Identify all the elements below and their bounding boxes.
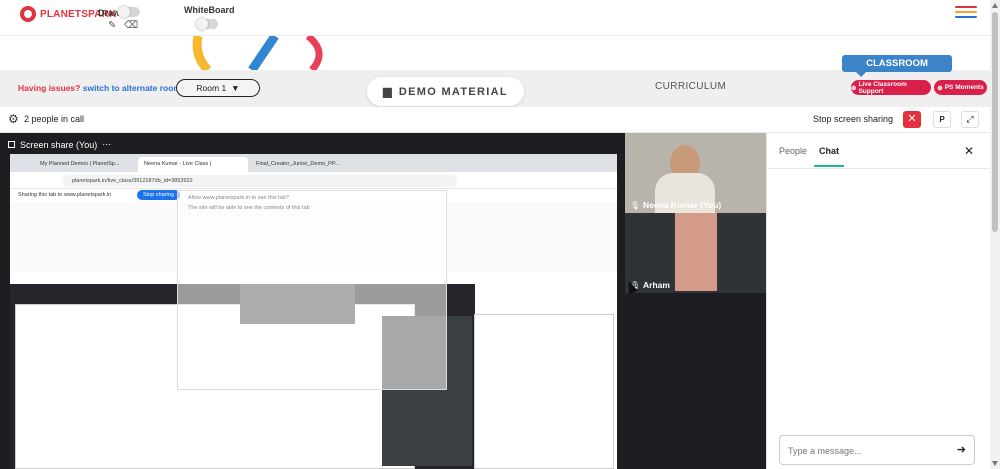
screen-share-label: Screen share (You) [20,139,98,150]
plus-icon: ⊕ [851,84,857,92]
stop-sharing-label: Stop screen sharing [813,114,894,124]
curriculum-tab[interactable]: CURRICULUM [655,81,726,92]
pencil-icon[interactable]: ✎ [108,20,116,31]
ps-moments-button[interactable]: ⊕ PS Moments [934,80,987,95]
folder-icon: ▆ [383,86,393,98]
ps-moments-label: PS Moments [944,84,984,91]
share-permission-dialog: Allow www.planetspark.in to see this tab… [177,190,447,390]
share-notice-text: Sharing this tab to www.planetspark.in [18,192,112,198]
inner-stop-sharing-button: Stop sharing [137,190,180,200]
caret-down-icon: ▼ [231,83,240,93]
tab-people[interactable]: People [779,146,807,156]
top-bar: PLANETSPARK Draw ✎ ⌫ WhiteBoard [0,0,990,36]
mic-icon: 🎙 [630,201,641,210]
empty-video-area [625,293,766,469]
browser-address-bar: planetspark.in/live_class/3912187db_id=3… [10,172,617,189]
shared-screen: My Planned Demos | PlanetSp... Neena Kum… [10,154,617,469]
live-support-button[interactable]: ⊕ Live Classroom Support [851,80,931,95]
logo-mark-icon [20,6,36,22]
demo-material-label: DEMO MATERIAL [398,85,508,98]
close-icon[interactable]: ✕ [964,144,974,158]
scroll-thumb[interactable] [992,12,998,232]
demo-material-button[interactable]: ▆ DEMO MATERIAL [367,77,524,106]
gear-icon[interactable]: ⚙ [8,112,19,126]
stop-sharing-button[interactable]: ✕ [903,111,921,128]
switch-room-link[interactable]: switch to alternate room [83,83,181,93]
browser-tab: Final_Creator_Junior_Demo_PP... [256,161,340,167]
dialog-body: The site will be able to see the content… [188,205,310,211]
draw-toggle[interactable] [118,6,140,18]
message-placeholder: Type a message... [788,446,862,456]
browser-tabs: My Planned Demos | PlanetSp... Neena Kum… [10,154,617,172]
scroll-down-icon[interactable] [992,461,998,466]
tab-chat[interactable]: Chat [819,146,839,156]
screen-share-title: Screen share (You) ⋯ [8,139,111,150]
message-input[interactable]: Type a message... ➜ [779,435,975,465]
dialog-title: Allow www.planetspark.in to see this tab… [188,195,289,201]
whiteboard-toggle[interactable] [196,18,218,30]
send-icon[interactable]: ➜ [957,443,966,456]
video-tile-arham: 🎙 Arham [625,213,766,293]
p-button[interactable]: P [933,111,951,128]
active-tab-indicator [814,165,844,167]
person-feed [675,213,717,291]
expand-icon[interactable]: ⤢ [961,111,979,128]
screen-icon [8,141,15,148]
page-scrollbar[interactable] [990,0,1000,469]
draw-label: Draw [98,8,121,18]
issues-notice: Having issues? switch to alternate room [18,83,181,93]
screen-share-stage: Screen share (You) ⋯ My Planned Demos | … [0,133,625,469]
address-field: planetspark.in/live_class/3912187db_id=3… [62,175,457,187]
live-support-label: Live Classroom Support [858,80,907,95]
hamburger-menu-icon[interactable] [955,6,977,19]
side-tabs: People Chat ✕ [767,133,991,169]
classroom-badge: CLASSROOM [842,55,952,77]
browser-tab-active: Neena Kumar - Live Class | [138,157,248,172]
people-count: 2 people in call [24,114,85,124]
side-panel: People Chat ✕ Type a message... ➜ [766,133,991,469]
more-options-icon[interactable]: ⋯ [102,139,111,150]
decorative-arcs [180,36,340,70]
video-tile-neena: 🎙 Neena Kumar (You) [625,133,766,213]
call-bar: ⚙ 2 people in call Stop screen sharing ✕… [0,107,990,133]
nested-chat-panel [474,314,614,469]
scroll-up-icon[interactable] [992,3,998,8]
eraser-icon[interactable]: ⌫ [124,20,138,31]
participant-name: Neena Kumar (You) [643,200,722,210]
room-select[interactable]: Room 1 ▼ [176,79,260,97]
participant-name: Arham [643,280,670,290]
room-value: Room 1 [196,83,227,93]
plus-icon: ⊕ [937,84,943,92]
browser-tab: My Planned Demos | PlanetSp... [40,161,120,167]
whiteboard-label: WhiteBoard [184,5,235,15]
issues-text: Having issues? [18,83,81,93]
